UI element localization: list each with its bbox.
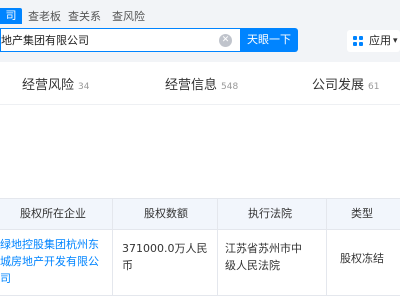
- top-header: 司 查老板 查关系 查风险 地产集团有限公司 ✕ 天眼一下 应用 ▾: [0, 0, 400, 62]
- company-name-line: 司: [0, 272, 11, 285]
- search-type-tabs: 司 查老板 查关系 查风险: [0, 0, 400, 24]
- category-count: 34: [78, 82, 90, 92]
- company-name-line: 城房地产开发有限公: [0, 255, 99, 268]
- freeze-type: 股权冻结: [340, 252, 384, 265]
- tab-boss[interactable]: 查老板: [28, 10, 61, 24]
- court-line: 江苏省苏州市中: [225, 242, 302, 255]
- court-line: 级人民法院: [225, 259, 280, 272]
- column-header-type: 类型: [351, 207, 373, 220]
- table-row: 绿地控股集团杭州东 城房地产开发有限公 司 371000.0万人民 币 江苏省苏…: [0, 230, 400, 296]
- category-label: 经营风险: [22, 78, 75, 93]
- category-business-risk[interactable]: 经营风险 34: [22, 78, 89, 95]
- column-header-court: 执行法院: [248, 207, 292, 220]
- category-label: 经营信息: [165, 78, 218, 93]
- equity-amount: 371000.0万人民 币: [122, 240, 208, 274]
- equity-amount-line: 币: [122, 259, 133, 272]
- chevron-down-icon: ▾: [393, 36, 398, 46]
- equity-amount-line: 371000.0万人民: [122, 242, 208, 255]
- search-input[interactable]: 地产集团有限公司 ✕: [0, 28, 240, 52]
- search-button[interactable]: 天眼一下: [240, 28, 298, 52]
- tab-risk[interactable]: 查风险: [112, 10, 145, 24]
- category-nav: 经营风险 34 经营信息 548 公司发展 61: [0, 70, 400, 104]
- company-name-line: 绿地控股集团杭州东: [0, 238, 99, 251]
- executing-court: 江苏省苏州市中 级人民法院: [225, 240, 317, 274]
- tab-relation[interactable]: 查关系: [68, 10, 101, 24]
- table-header: 股权所在企业 股权数额 执行法院 类型: [0, 198, 400, 230]
- apps-label: 应用: [369, 34, 391, 47]
- clear-icon[interactable]: ✕: [219, 34, 232, 47]
- category-business-info[interactable]: 经营信息 548: [165, 78, 238, 95]
- category-label: 公司发展: [312, 78, 365, 93]
- search-input-value: 地产集团有限公司: [1, 34, 89, 47]
- tab-company[interactable]: 司: [0, 8, 22, 24]
- company-link[interactable]: 绿地控股集团杭州东 城房地产开发有限公 司: [0, 236, 106, 287]
- category-count: 548: [221, 82, 239, 92]
- apps-grid-icon: [353, 36, 363, 46]
- category-company-development[interactable]: 公司发展 61: [312, 78, 379, 95]
- apps-button[interactable]: 应用 ▾: [347, 30, 400, 52]
- divider: [0, 104, 400, 105]
- column-header-company: 股权所在企业: [20, 207, 86, 220]
- column-header-amount: 股权数额: [144, 207, 188, 220]
- category-count: 61: [368, 82, 380, 92]
